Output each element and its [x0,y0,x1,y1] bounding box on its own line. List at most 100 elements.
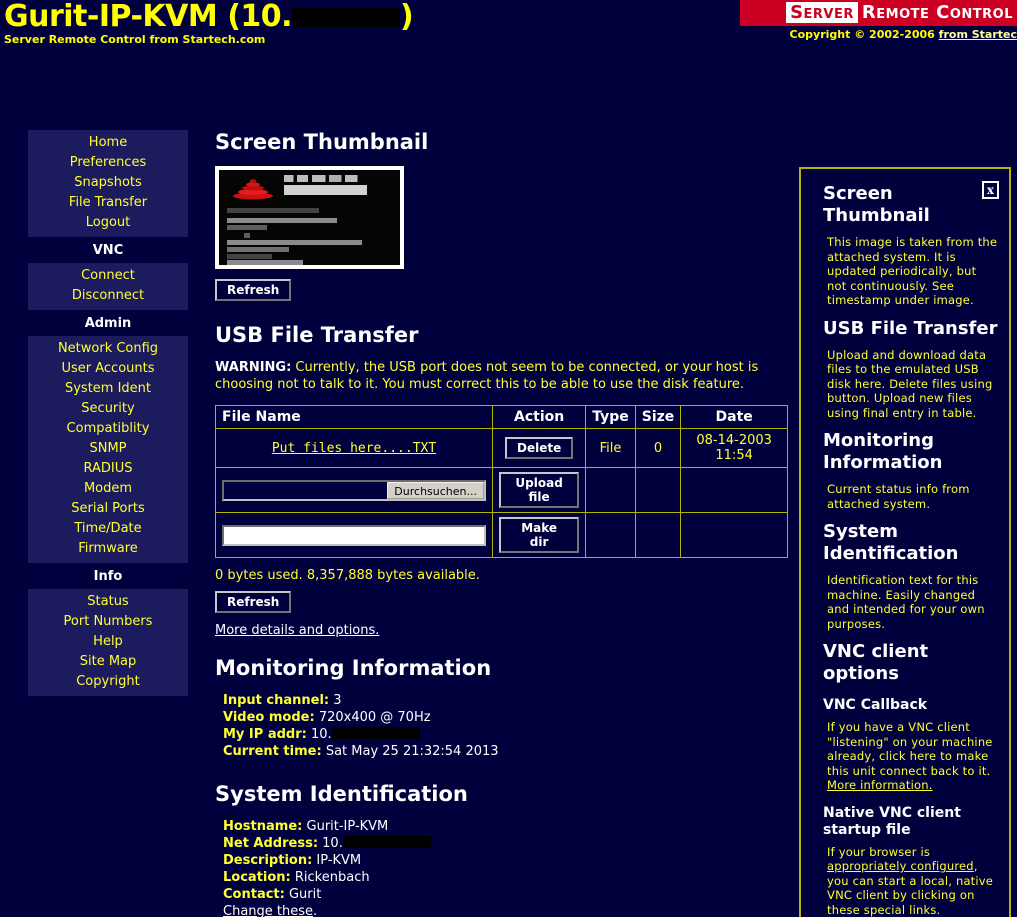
column-header-file-name: File Name [215,405,493,429]
sidebar-item-copyright[interactable]: Copyright [28,672,188,692]
system-identification-heading: System Identification [215,782,468,806]
sidebar-item-status[interactable]: Status [28,592,188,612]
field-value: 720x400 @ 70Hz [318,710,431,725]
sidebar-item-snmp[interactable]: SNMP [28,439,188,459]
page-title: Gurit-IP-KVM (10.) [4,0,414,34]
page-subtitle: Server Remote Control from Startech.com [4,33,266,46]
cell-action-mkdir: Make dir [491,512,587,558]
close-icon[interactable]: x [982,181,999,199]
column-header-date: Date [680,405,788,429]
cell-file-name: Put files here....TXT [215,428,493,468]
appropriately-configured-link[interactable]: appropriately configured [827,859,974,873]
sidebar-item-snapshots[interactable]: Snapshots [28,173,188,193]
make-dir-button[interactable]: Make dir [499,517,580,553]
sidebar-group-vnc: Connect Disconnect [28,263,188,310]
usb-warning-text: Currently, the USB port does not seem to… [215,360,759,392]
sidebar-group-info: Status Port Numbers Help Site Map Copyri… [28,589,188,696]
monitoring-field: Input channel: 3 [223,692,795,709]
table-row-upload: Durchsuchen... Upload file [215,467,788,513]
sidebar-item-time-date[interactable]: Time/Date [28,519,188,539]
screen-thumbnail-frame[interactable] [215,166,404,269]
usb-warning-label: WARNING: [215,360,292,375]
change-these-link[interactable]: Change these [223,904,313,917]
screen-thumbnail-image[interactable] [219,170,400,265]
cell-date-empty [680,512,788,558]
brand-remote-control-words: Remote Control [861,2,1013,23]
delete-button[interactable]: Delete [504,437,574,459]
sidebar-item-file-transfer[interactable]: File Transfer [28,193,188,213]
monitoring-field: My IP addr: 10. [223,726,795,743]
sidebar-item-connect[interactable]: Connect [28,266,188,286]
cell-action: Delete [491,428,587,468]
sidebar-item-disconnect[interactable]: Disconnect [28,286,188,306]
field-value: Gurit [288,887,322,902]
help-text-vnc-callback: If you have a VNC client "listening" on … [827,720,999,793]
thumbnail-boot-title [284,175,364,182]
sidebar-item-radius[interactable]: RADIUS [28,459,188,479]
help-text-system-identification: Identification text for this machine. Ea… [827,573,985,631]
column-header-type: Type [585,405,636,429]
help-text-screen-thumbnail: This image is taken from the attached sy… [827,235,998,307]
file-link[interactable]: Put files here....TXT [272,441,436,456]
page-title-suffix: ) [400,0,414,34]
file-upload-input[interactable]: Durchsuchen... [222,479,486,501]
field-label: Video mode: [223,710,315,725]
more-information-link[interactable]: More information. [827,778,933,792]
thumbnail-text-line [227,208,319,213]
copyright-text: Copyright © 2002-2006 [789,28,939,41]
sidebar-item-logout[interactable]: Logout [28,213,188,233]
file-list-refresh-button[interactable]: Refresh [215,591,292,613]
sidebar-group-admin: Network Config User Accounts System Iden… [28,336,188,563]
usb-warning-message: WARNING: Currently, the USB port does no… [215,359,795,393]
sidebar-item-security[interactable]: Security [28,399,188,419]
cell-upload-input: Durchsuchen... [215,467,493,513]
more-details-link[interactable]: More details and options. [215,623,379,638]
help-heading-screen-thumbnail: Screen Thumbnail [823,183,930,226]
help-heading-monitoring-information: Monitoring Information [823,430,943,473]
help-heading-native-vnc-startup-file: Native VNC client startup file [823,804,961,838]
sidebar-item-preferences[interactable]: Preferences [28,153,188,173]
copyright-line: Copyright © 2002-2006 from Startec [740,26,1017,41]
sidebar-item-help[interactable]: Help [28,632,188,652]
upload-file-button[interactable]: Upload file [499,472,580,508]
help-panel: x Screen Thumbnail This image is taken f… [799,167,1011,917]
usb-file-transfer-heading: USB File Transfer [215,323,419,347]
thumbnail-refresh-button[interactable]: Refresh [215,279,292,301]
sidebar-nav: Home Preferences Snapshots File Transfer… [28,130,188,696]
brand-banner: Server Remote Control [740,0,1017,26]
sidebar-item-serial-ports[interactable]: Serial Ports [28,499,188,519]
cell-size: 0 [634,428,682,468]
help-text-body-pre: If your browser is [827,844,931,859]
redacted-ip-title [292,8,401,27]
system-id-field: Contact: Gurit [223,886,795,903]
sidebar-item-user-accounts[interactable]: User Accounts [28,359,188,379]
sidebar-item-home[interactable]: Home [28,133,188,153]
field-value: Gurit-IP-KVM [306,819,389,834]
startech-link[interactable]: from Startec [939,28,1017,41]
field-value: 10. [322,836,343,851]
file-path-text[interactable] [224,481,388,499]
field-value: 3 [333,693,342,708]
table-row: Put files here....TXT Delete File 0 08-1… [215,428,788,468]
sidebar-item-compatibility[interactable]: Compatiblity [28,419,188,439]
sidebar-item-modem[interactable]: Modem [28,479,188,499]
sidebar-group-main: Home Preferences Snapshots File Transfer… [28,130,188,237]
file-date: 08-14-2003 [696,433,772,448]
browse-button[interactable]: Durchsuchen... [387,481,484,499]
help-text-native-vnc-startup-file: If your browser is appropriately configu… [827,845,999,917]
thumbnail-text-line [227,240,362,245]
brand-server-word: Server [786,2,858,23]
main-content: Screen Thumbnail Refresh USB File Transf… [215,130,795,917]
sidebar-item-system-ident[interactable]: System Ident [28,379,188,399]
field-label: Net Address: [223,836,319,851]
sidebar-item-site-map[interactable]: Site Map [28,652,188,672]
field-value: Rickenbach [294,870,370,885]
sidebar-item-firmware[interactable]: Firmware [28,539,188,559]
page-title-prefix: Gurit-IP-KVM (10. [4,0,293,34]
field-label: Hostname: [223,819,303,834]
directory-name-input[interactable] [222,524,486,546]
sidebar-item-port-numbers[interactable]: Port Numbers [28,612,188,632]
sidebar-item-network-config[interactable]: Network Config [28,339,188,359]
help-heading-vnc-callback: VNC Callback [823,697,928,713]
table-header-row: File Name Action Type Size Date [215,405,788,429]
